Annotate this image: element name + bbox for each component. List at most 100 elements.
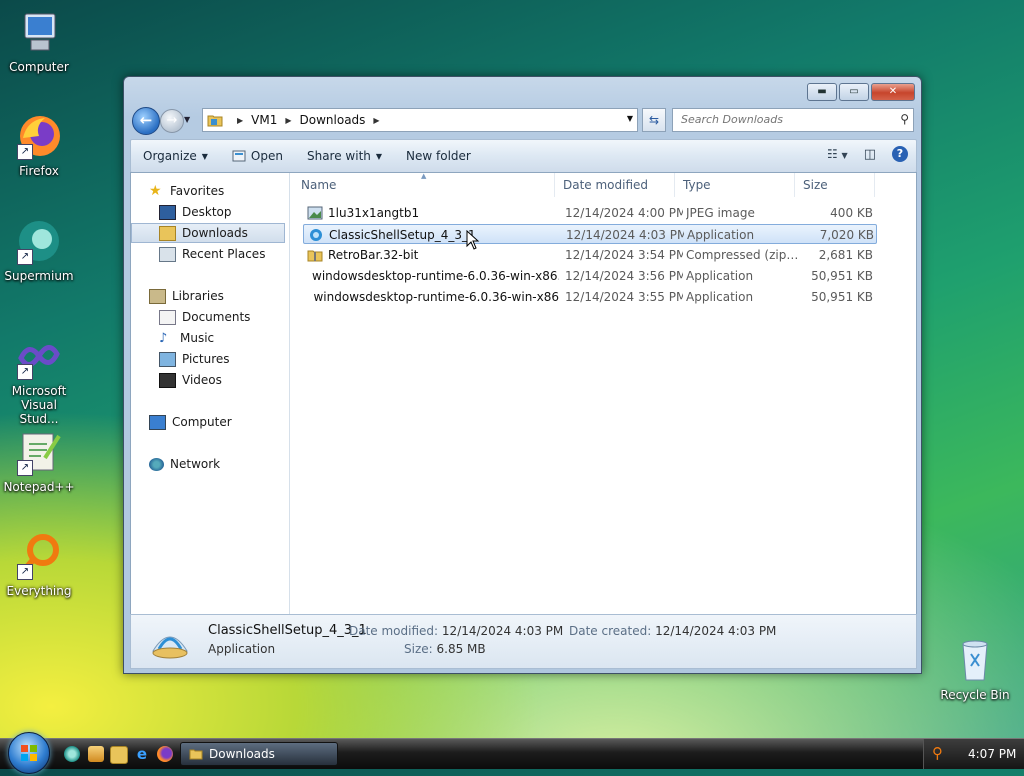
breadcrumb-downloads[interactable]: Downloads [300,113,366,127]
nav-videos[interactable]: Videos [131,370,287,390]
address-bar[interactable]: ▶ VM1 ▶ Downloads ▶ ▼ [202,108,638,132]
jpeg-file-icon [307,206,323,220]
organize-button[interactable]: Organize ▼ [131,149,220,163]
nav-libraries[interactable]: Libraries [131,286,287,306]
quicklaunch-ie-icon[interactable]: e [134,746,150,762]
close-button[interactable]: ✕ [871,83,915,101]
file-size: 400 KB [830,206,873,220]
details-date-modified: Date modified: 12/14/2024 4:03 PM [349,623,563,639]
open-icon [232,150,246,162]
file-type: JPEG image [686,206,755,220]
nav-label: Videos [182,373,222,387]
navigation-pane: ★ Favorites Desktop Downloads Recent Plac… [131,173,290,614]
minimize-button[interactable]: ▬ [807,83,837,101]
desktop-icon-visual-studio[interactable]: ↗ Microsoft Visual Stud... [0,332,78,426]
column-header-type[interactable]: Type [675,173,795,197]
details-size: Size: 6.85 MB [404,641,486,657]
file-row[interactable]: windowsdesktop-runtime-6.0.36-win-x86 12… [303,287,877,307]
details-label: Size: [404,642,433,656]
taskbar: e Downloads ⚲ 4:07 PM [0,732,1024,774]
desktop-icon-computer[interactable]: Computer [0,8,78,74]
everything-icon: ↗ [15,532,63,580]
downloads-folder-icon [159,225,176,241]
breadcrumb-separator-icon: ▶ [285,115,292,125]
pictures-icon [159,351,176,367]
videos-icon [159,372,176,388]
desktop-icon-recycle-bin[interactable]: Recycle Bin [936,636,1014,702]
file-row[interactable]: 1lu31x1angtb1 12/14/2024 4:00 PM JPEG im… [303,203,877,223]
quicklaunch-firefox-icon[interactable] [157,746,173,762]
desktop-icon-supermium[interactable]: ↗ Supermium [0,217,78,283]
file-row[interactable]: RetroBar.32-bit 12/14/2024 3:54 PM Compr… [303,245,877,265]
breadcrumb-vm1[interactable]: VM1 [251,113,277,127]
desktop-icon-notepadpp[interactable]: ↗ Notepad++ [0,428,78,494]
command-bar: Organize ▼ Open Share with ▼ New folder ☷ … [130,139,917,173]
zip-folder-icon [307,250,323,262]
quicklaunch-media-icon[interactable] [88,746,104,762]
quicklaunch-supermium-icon[interactable] [64,746,80,762]
breadcrumb-separator-icon: ▶ [373,115,380,125]
nav-label: Computer [172,415,232,429]
file-date: 12/14/2024 3:54 PM [565,248,683,262]
file-date: 12/14/2024 3:55 PM [565,290,683,304]
open-button[interactable]: Open [220,149,295,163]
nav-documents[interactable]: Documents [131,307,287,327]
search-input[interactable] [679,112,888,127]
sort-indicator-icon: ▲ [421,172,427,180]
file-date: 12/14/2024 3:56 PM [565,269,683,283]
column-header-name[interactable]: Name ▲ [293,172,555,197]
nav-network[interactable]: Network [131,454,287,474]
share-with-button[interactable]: Share with ▼ [295,149,394,163]
mouse-cursor-icon [466,230,480,250]
libraries-icon [149,288,166,304]
desktop-icon-label: Recycle Bin [940,688,1010,702]
refresh-button[interactable]: ⇆ [642,108,666,132]
share-label: Share with [306,149,371,163]
desktop-icon-firefox[interactable]: ↗ Firefox [0,112,78,178]
taskbar-button-label: Downloads [209,747,275,761]
nav-downloads[interactable]: Downloads [131,223,285,243]
shell-app-large-icon [152,636,188,659]
nav-music[interactable]: ♪ Music [131,328,287,348]
nav-desktop[interactable]: Desktop [131,202,287,222]
forward-button[interactable]: → [160,109,184,133]
file-name-cell: 1lu31x1angtb1 [303,203,559,223]
file-row[interactable]: windowsdesktop-runtime-6.0.36-win-x86...… [303,266,877,286]
details-label: Date modified: [349,624,439,638]
column-label: Name [301,178,337,192]
nav-favorites[interactable]: ★ Favorites [131,181,287,201]
desktop-icon-everything[interactable]: ↗ Everything [0,532,78,598]
view-options-button[interactable]: ☷ ▼ [827,147,848,161]
organize-label: Organize [143,149,197,163]
clock[interactable]: 4:07 PM [968,747,1016,761]
taskbar-button-downloads[interactable]: Downloads [180,742,338,766]
shortcut-arrow-icon: ↗ [17,564,33,580]
maximize-button[interactable]: ▭ [839,83,869,101]
shortcut-arrow-icon: ↗ [17,460,33,476]
file-type: Compressed (zipp... [686,248,801,262]
desktop-icon [159,204,176,220]
address-dropdown-icon[interactable]: ▼ [627,114,633,123]
file-name-cell: RetroBar.32-bit [303,245,559,265]
firefox-icon: ↗ [15,112,63,160]
everything-tray-icon[interactable]: ⚲ [932,744,943,762]
search-box: ⚲ [672,108,914,132]
new-folder-button[interactable]: New folder [394,149,483,163]
column-header-date[interactable]: Date modified [555,173,675,197]
search-icon[interactable]: ⚲ [900,112,909,126]
nav-pictures[interactable]: Pictures [131,349,287,369]
help-button[interactable]: ? [892,146,908,162]
file-row-selected[interactable]: ClassicShellSetup_4_3_1 12/14/2024 4:03 … [303,224,877,244]
nav-computer[interactable]: Computer [131,412,287,432]
back-button[interactable]: ← [132,107,160,135]
preview-pane-button[interactable]: ◫ [864,147,876,162]
file-size: 50,951 KB [811,269,873,283]
quicklaunch-explorer-icon[interactable] [110,746,128,764]
nav-recent-places[interactable]: Recent Places [131,244,287,264]
nav-label: Downloads [182,226,248,240]
details-value: 12/14/2024 4:03 PM [441,624,564,638]
recent-pages-dropdown[interactable]: ▼ [184,115,190,124]
desktop-icon-label: Everything [6,584,72,598]
open-label: Open [250,149,283,163]
column-header-size[interactable]: Size [795,173,875,197]
